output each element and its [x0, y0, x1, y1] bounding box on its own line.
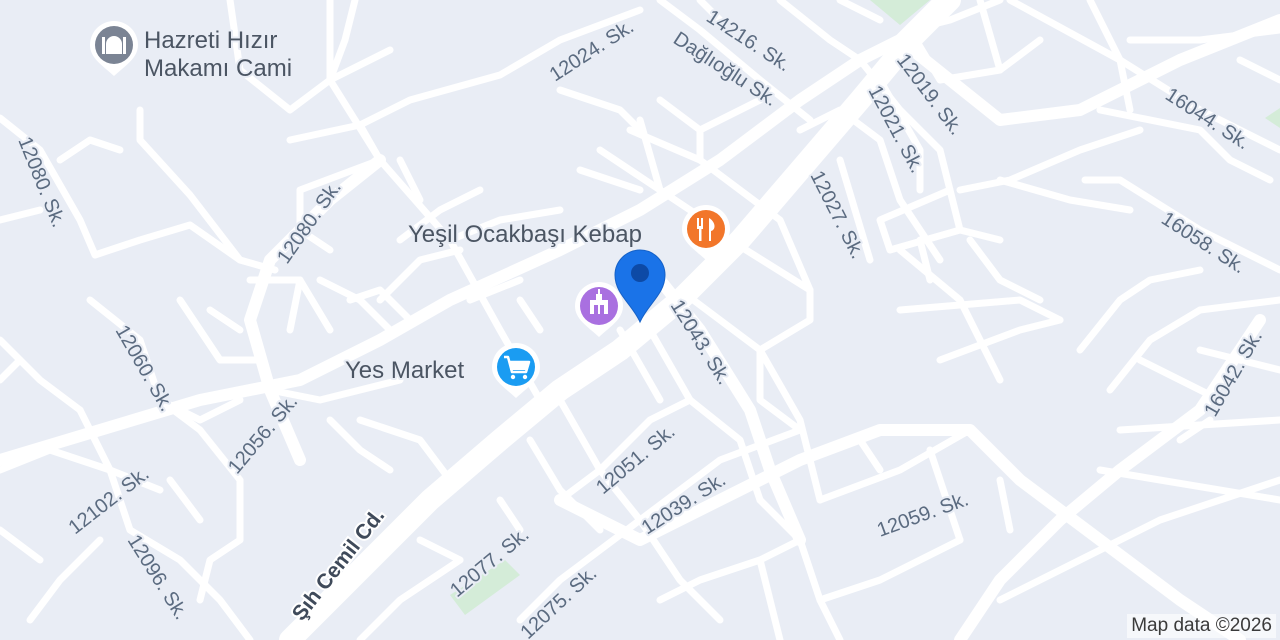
poi-label-restaurant: Yeşil Ocakbaşı Kebap	[408, 221, 642, 248]
map-attribution[interactable]: Map data ©2026	[1127, 614, 1276, 638]
map-base[interactable]: 12024. Sk. 14216. Sk. Dağlıoğlu Sk. 1201…	[0, 0, 1280, 640]
poi-label-mosque-line1: Hazreti Hızır	[144, 27, 277, 54]
map-canvas[interactable]: 12024. Sk. 14216. Sk. Dağlıoğlu Sk. 1201…	[0, 0, 1280, 640]
poi-label-mosque-line2: Makamı Cami	[144, 55, 292, 82]
poi-label-market: Yes Market	[345, 357, 465, 384]
